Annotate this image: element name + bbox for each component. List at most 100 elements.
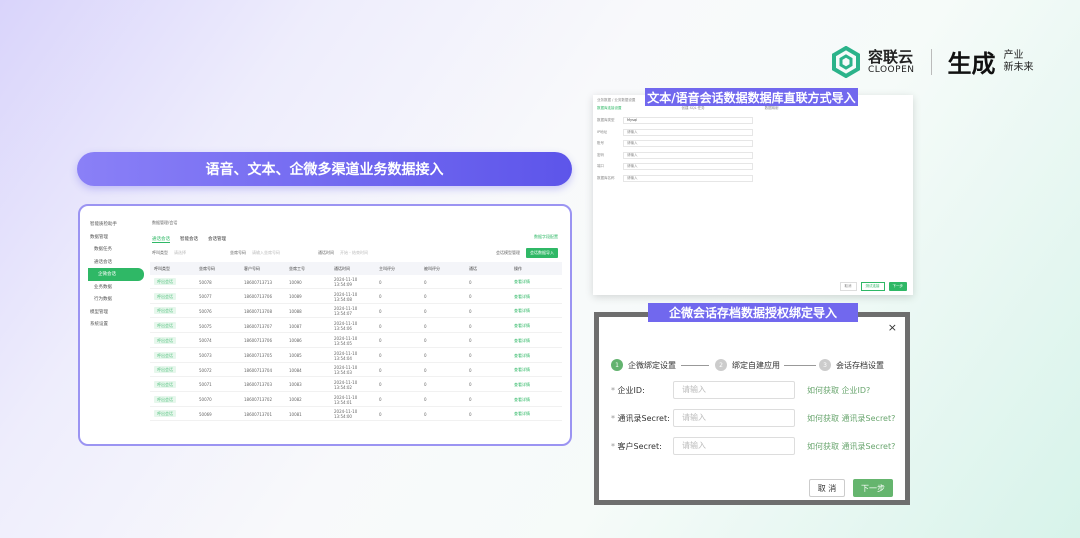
- wx-field-input[interactable]: 请输入: [673, 381, 795, 399]
- db-field: IP地址 请输入: [597, 128, 753, 136]
- filter-type-select[interactable]: 请选择: [174, 250, 224, 256]
- cell-value: 0: [469, 279, 472, 285]
- table-cell: 0: [420, 338, 465, 343]
- step-1-dot: 1: [611, 359, 623, 371]
- cell-value: 50069: [199, 411, 212, 417]
- db-field-label: 数据库类型: [597, 118, 615, 122]
- db-field-input[interactable]: 请输入: [623, 128, 753, 136]
- db-step: 创建 SQL 任务: [681, 106, 705, 110]
- table-cell: 0: [465, 353, 510, 358]
- tab[interactable]: 通话会话: [152, 236, 170, 243]
- wx-help-link[interactable]: 如何获取 通讯录Secret?: [807, 441, 895, 452]
- db-field-input[interactable]: 请输入: [623, 140, 753, 147]
- cell-value: 50078: [199, 279, 212, 285]
- cell-value: 2024-11-10 13:54:06: [334, 321, 358, 332]
- step-2-label: 绑定自建应用: [732, 360, 780, 370]
- cell-value: 0: [469, 353, 472, 358]
- view-detail-link[interactable]: 查看详情: [514, 411, 530, 416]
- tab[interactable]: 会话管理: [208, 236, 226, 243]
- cell-value: 呼出会话: [154, 278, 176, 285]
- db-breadcrumb: 业务数据 / 业务数据设置: [597, 98, 636, 102]
- view-detail-link[interactable]: 查看详情: [514, 294, 530, 299]
- cell-value: 0: [424, 279, 427, 285]
- cell-value: 呼出会话: [154, 336, 176, 344]
- table-cell: 呼出会话: [150, 336, 195, 344]
- sidebar-item[interactable]: 行为数据: [84, 293, 144, 306]
- db-field-input[interactable]: 请输入: [623, 174, 753, 182]
- cell-value: 呼出会话: [154, 351, 176, 359]
- table-cell: 2024-11-10 13:54:00: [330, 409, 375, 419]
- view-detail-link[interactable]: 查看详情: [514, 279, 530, 284]
- view-detail-link[interactable]: 查看详情: [514, 338, 530, 343]
- table-cell: 查看详情: [510, 382, 555, 388]
- db-test-button[interactable]: 测试连接: [860, 282, 885, 291]
- cell-value: 0: [424, 397, 427, 403]
- wx-help-link[interactable]: 如何获取 企业ID?: [807, 385, 870, 396]
- cell-value: 2024-11-10 13:54:01: [334, 394, 358, 405]
- wx-field-input[interactable]: 请输入: [673, 409, 795, 427]
- section-banner: 语音、文本、企微多渠道业务数据接入: [77, 152, 572, 186]
- cell-value: 0: [424, 294, 427, 300]
- table-cell: 18600713704: [240, 368, 285, 373]
- filter-agent-label: 坐席号码: [230, 250, 246, 255]
- sidebar-item[interactable]: 通话会话: [84, 256, 144, 269]
- cell-value: 呼出会话: [154, 380, 176, 388]
- wx-cancel-button[interactable]: 取 消: [809, 479, 845, 497]
- table-cell: 18600713706: [240, 294, 285, 299]
- view-detail-link[interactable]: 查看详情: [514, 353, 530, 358]
- view-detail-link[interactable]: 查看详情: [514, 367, 530, 372]
- sidebar-item[interactable]: 数据管理: [84, 231, 144, 244]
- wx-field-input[interactable]: 请输入: [673, 437, 795, 455]
- sidebar-item[interactable]: 业务数据: [84, 281, 144, 294]
- column-header: 通话: [469, 265, 477, 271]
- import-data-button[interactable]: 会话数据导入: [526, 248, 558, 258]
- wx-help-link[interactable]: 如何获取 通讯录Secret?: [807, 413, 895, 424]
- view-detail-link[interactable]: 查看详情: [514, 397, 530, 402]
- filter-time-input[interactable]: 开始 - 结束时间: [340, 250, 368, 256]
- db-field-input[interactable]: Mysql: [623, 117, 753, 124]
- cell-value: 0: [469, 323, 472, 329]
- table-cell: 50074: [195, 338, 240, 343]
- view-detail-link[interactable]: 查看详情: [514, 382, 530, 387]
- close-icon[interactable]: ×: [888, 321, 897, 334]
- db-field-input[interactable]: 请输入: [623, 151, 753, 159]
- step-1: 1 企微绑定设置: [611, 359, 676, 371]
- view-detail-link[interactable]: 查看详情: [514, 323, 530, 328]
- cell-value: 呼出会话: [154, 322, 176, 330]
- db-field-input[interactable]: 请输入: [623, 163, 753, 170]
- table-cell: 0: [420, 324, 465, 329]
- table-cell: 0: [375, 353, 420, 358]
- field-config-link[interactable]: 数据字段配置: [534, 234, 558, 240]
- table-cell: 呼出会话: [150, 322, 195, 330]
- sidebar-item[interactable]: 系统设置: [84, 318, 144, 331]
- db-cancel-button[interactable]: 取消: [839, 282, 857, 291]
- sidebar-item[interactable]: 模型管理: [84, 306, 144, 319]
- cell-value: 0: [379, 308, 382, 314]
- sidebar-item[interactable]: 智能质检助手: [84, 218, 144, 231]
- table-cell: 0: [465, 309, 510, 314]
- slogan-line2: 新未来: [1003, 61, 1034, 73]
- step-2: 2 绑定自建应用: [715, 359, 780, 371]
- wx-next-button[interactable]: 下一步: [853, 479, 893, 497]
- table-row: 呼出会话 50078 18600713713 10090 2024-11-10 13:5…: [150, 276, 562, 289]
- table-cell: 呼出会话: [150, 307, 195, 315]
- model-manage-button[interactable]: 会话模型管理: [496, 250, 520, 256]
- filter-bar: 呼叫类型 请选择 坐席号码 请输入坐席号码 通话时间 开始 - 结束时间: [152, 250, 552, 256]
- view-detail-link[interactable]: 查看详情: [514, 308, 530, 313]
- table-cell: 呼出会话: [150, 410, 195, 418]
- sidebar-item[interactable]: 数据任务: [84, 243, 144, 256]
- table-header: 呼叫类型 坐席号码 客户号码 坐席工号 通话时间 主叫评分 被叫评分 通话 操作: [150, 262, 562, 275]
- cell-value: 呼出会话: [154, 366, 176, 374]
- table-cell: 0: [375, 382, 420, 387]
- tab[interactable]: 智能会话: [180, 236, 198, 243]
- table-cell: 0: [465, 368, 510, 373]
- db-next-button[interactable]: 下一步: [888, 282, 907, 291]
- filter-agent-input[interactable]: 请输入坐席号码: [252, 250, 312, 256]
- cell-value: 呼出会话: [154, 395, 176, 403]
- cell-value: 50070: [199, 397, 212, 403]
- cell-value: 18600713708: [244, 308, 272, 314]
- sidebar-item[interactable]: 企微会话: [88, 268, 144, 281]
- cell-value: 18600713703: [244, 382, 272, 388]
- column-header: 坐席号码: [199, 265, 215, 271]
- cell-value: 0: [379, 411, 382, 417]
